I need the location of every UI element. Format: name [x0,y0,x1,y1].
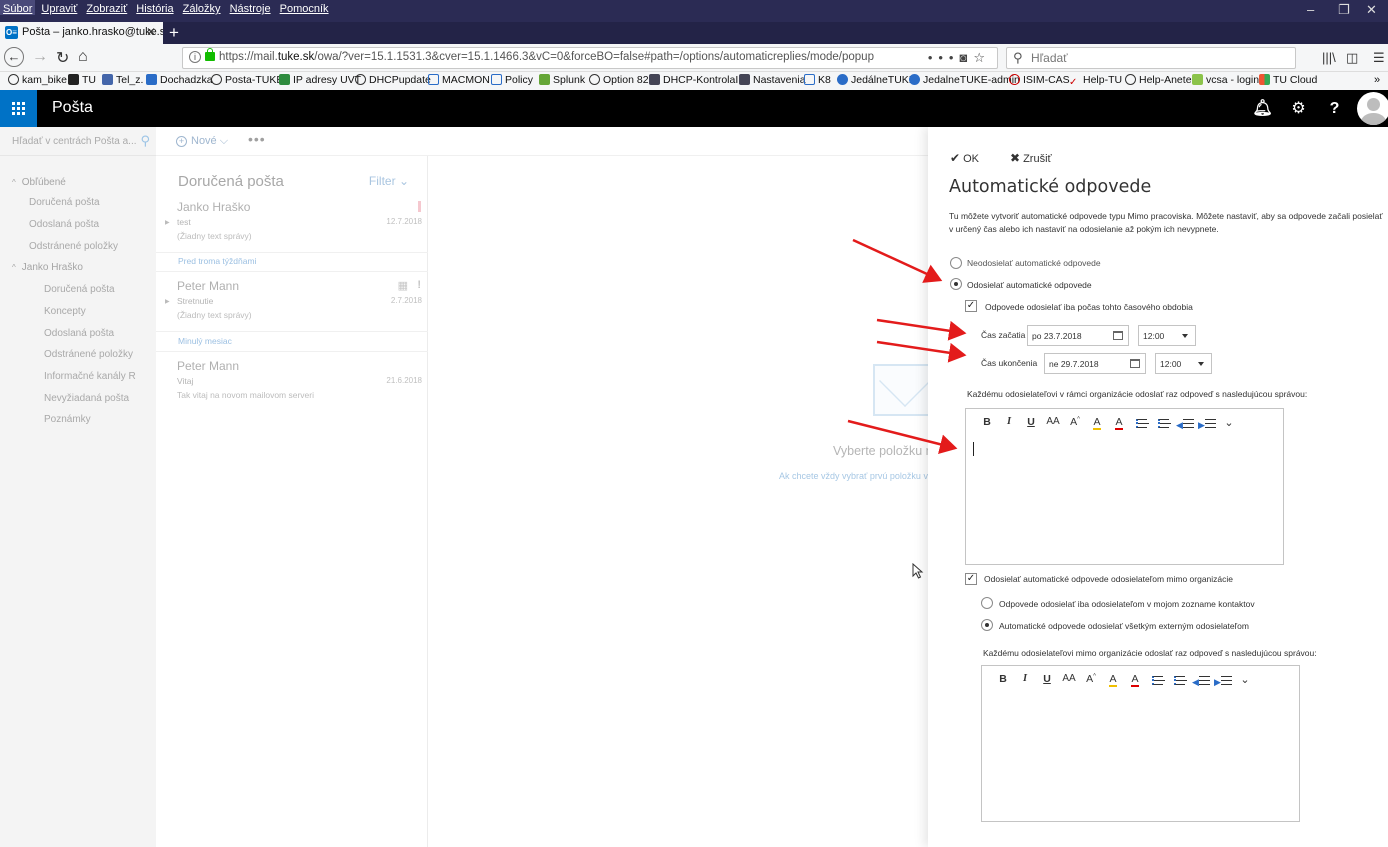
arrow-to-end-time [876,340,967,363]
annotation-arrows [847,238,967,455]
arrow-to-start-time [876,318,967,341]
arrow-to-send-option [852,238,943,283]
arrow-to-reply-editor [847,419,958,455]
